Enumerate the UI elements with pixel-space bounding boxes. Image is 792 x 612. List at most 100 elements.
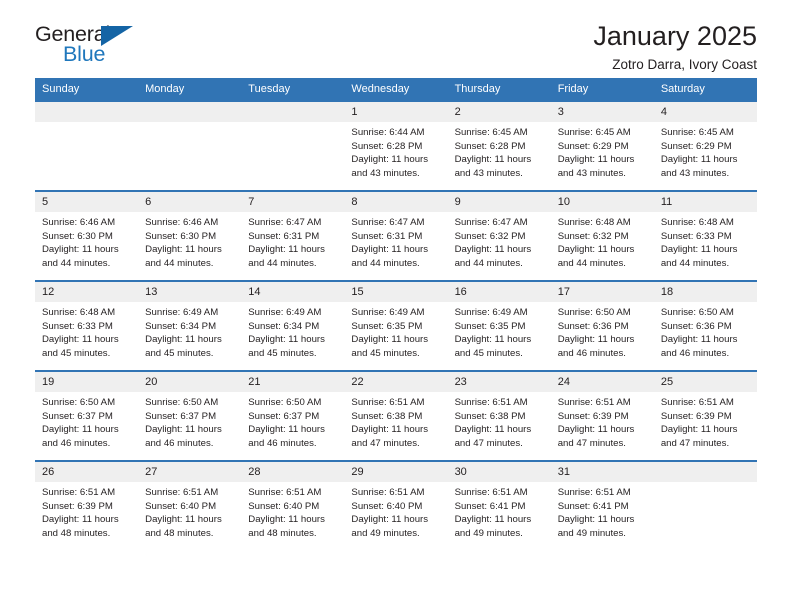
day-details: Sunrise: 6:50 AM Sunset: 6:36 PM Daylight:… xyxy=(654,302,757,360)
calendar-day-cell[interactable]: 25 Sunrise: 6:51 AM Sunset: 6:39 PM Dayligh… xyxy=(653,370,757,461)
day-number: 4 xyxy=(653,102,757,122)
calendar-day-cell[interactable]: 17 Sunrise: 6:50 AM Sunset: 6:36 PM Dayligh… xyxy=(550,280,654,371)
calendar-day-cell[interactable]: 20 Sunrise: 6:50 AM Sunset: 6:37 PM Dayligh… xyxy=(138,370,242,461)
calendar-week-row: 12 Sunrise: 6:48 AM Sunset: 6:33 PM Dayligh… xyxy=(35,280,757,371)
day-details: Sunrise: 6:50 AM Sunset: 6:37 PM Daylight:… xyxy=(138,392,241,450)
sunrise-text: Sunrise: 6:51 AM xyxy=(351,487,425,498)
daylight-text-line1: Daylight: 11 hours xyxy=(454,244,532,256)
general-blue-logo[interactable]: General Blue xyxy=(35,22,143,74)
day-details: Sunrise: 6:51 AM Sunset: 6:40 PM Daylight:… xyxy=(241,482,344,540)
weekday-header-sunday: Sunday xyxy=(35,78,139,101)
sunset-text: Sunset: 6:37 PM xyxy=(145,410,217,422)
sunrise-text: Sunrise: 6:48 AM xyxy=(42,307,116,318)
sunset-text: Sunset: 6:30 PM xyxy=(145,230,217,242)
calendar-day-cell[interactable]: 3 Sunrise: 6:45 AM Sunset: 6:29 PM Daylight… xyxy=(550,100,654,191)
sunrise-text: Sunrise: 6:49 AM xyxy=(351,307,425,318)
daylight-text-line1: Daylight: 11 hours xyxy=(351,424,429,436)
daylight-text-line1: Daylight: 11 hours xyxy=(42,424,119,436)
calendar-day-cell[interactable]: 4 Sunrise: 6:45 AM Sunset: 6:29 PM Daylight… xyxy=(653,100,757,191)
calendar-day-cell[interactable]: 6 Sunrise: 6:46 AM Sunset: 6:30 PM Daylight… xyxy=(138,190,242,281)
sunset-text: Sunset: 6:36 PM xyxy=(660,320,732,332)
daylight-text-line2: and 46 minutes. xyxy=(42,437,111,449)
sunrise-text: Sunrise: 6:51 AM xyxy=(351,397,425,408)
daylight-text-line2: and 46 minutes. xyxy=(248,437,317,449)
weekday-header-row: Sunday Monday Tuesday Wednesday Thursday… xyxy=(35,78,757,101)
daylight-text-line1: Daylight: 11 hours xyxy=(42,334,119,346)
calendar-day-cell[interactable]: 9 Sunrise: 6:47 AM Sunset: 6:32 PM Daylight… xyxy=(447,190,551,281)
calendar-day-cell[interactable]: 21 Sunrise: 6:50 AM Sunset: 6:37 PM Dayligh… xyxy=(241,370,345,461)
sunrise-text: Sunrise: 6:51 AM xyxy=(454,487,528,498)
daylight-text-line2: and 45 minutes. xyxy=(145,347,214,359)
day-details: Sunrise: 6:47 AM Sunset: 6:31 PM Daylight:… xyxy=(344,212,447,270)
calendar-day-cell[interactable]: 7 Sunrise: 6:47 AM Sunset: 6:31 PM Daylight… xyxy=(241,190,345,281)
day-number: 23 xyxy=(447,372,551,392)
daylight-text-line2: and 49 minutes. xyxy=(351,527,420,539)
sunset-text: Sunset: 6:37 PM xyxy=(248,410,320,422)
day-number xyxy=(138,102,242,122)
calendar-day-cell[interactable]: 1 Sunrise: 6:44 AM Sunset: 6:28 PM Daylight… xyxy=(344,100,448,191)
day-number: 20 xyxy=(138,372,242,392)
calendar-day-cell[interactable]: 31 Sunrise: 6:51 AM Sunset: 6:41 PM Dayligh… xyxy=(550,460,654,551)
sunset-text: Sunset: 6:38 PM xyxy=(454,410,526,422)
day-details: Sunrise: 6:45 AM Sunset: 6:28 PM Daylight:… xyxy=(448,122,551,180)
day-number: 14 xyxy=(241,282,345,302)
sunrise-text: Sunrise: 6:50 AM xyxy=(145,397,219,408)
sunrise-text: Sunrise: 6:47 AM xyxy=(351,217,425,228)
day-details: Sunrise: 6:47 AM Sunset: 6:32 PM Daylight:… xyxy=(448,212,551,270)
sunset-text: Sunset: 6:40 PM xyxy=(351,500,423,512)
calendar-day-cell[interactable]: 16 Sunrise: 6:49 AM Sunset: 6:35 PM Dayligh… xyxy=(447,280,551,371)
day-details xyxy=(654,482,757,486)
calendar-day-cell[interactable]: 23 Sunrise: 6:51 AM Sunset: 6:38 PM Dayligh… xyxy=(447,370,551,461)
day-details: Sunrise: 6:46 AM Sunset: 6:30 PM Daylight:… xyxy=(35,212,138,270)
calendar-week-row: 19 Sunrise: 6:50 AM Sunset: 6:37 PM Dayligh… xyxy=(35,370,757,461)
page-header: General Blue January 2025 Zotro Darra, I… xyxy=(35,0,757,73)
sunrise-text: Sunrise: 6:47 AM xyxy=(454,217,528,228)
sunrise-text: Sunrise: 6:47 AM xyxy=(248,217,322,228)
calendar-day-cell[interactable]: 18 Sunrise: 6:50 AM Sunset: 6:36 PM Dayligh… xyxy=(653,280,757,371)
day-details: Sunrise: 6:45 AM Sunset: 6:29 PM Daylight:… xyxy=(654,122,757,180)
calendar-day-cell[interactable]: 11 Sunrise: 6:48 AM Sunset: 6:33 PM Dayligh… xyxy=(653,190,757,281)
sunset-text: Sunset: 6:32 PM xyxy=(557,230,629,242)
sunset-text: Sunset: 6:34 PM xyxy=(248,320,320,332)
day-details: Sunrise: 6:48 AM Sunset: 6:32 PM Daylight:… xyxy=(551,212,654,270)
sunrise-text: Sunrise: 6:45 AM xyxy=(660,127,734,138)
daylight-text-line2: and 44 minutes. xyxy=(351,257,420,269)
day-number: 21 xyxy=(241,372,345,392)
calendar-day-cell[interactable]: 14 Sunrise: 6:49 AM Sunset: 6:34 PM Dayligh… xyxy=(241,280,345,371)
calendar-day-cell[interactable]: 12 Sunrise: 6:48 AM Sunset: 6:33 PM Dayligh… xyxy=(35,280,139,371)
daylight-text-line2: and 43 minutes. xyxy=(557,167,626,179)
day-details: Sunrise: 6:50 AM Sunset: 6:37 PM Daylight:… xyxy=(241,392,344,450)
day-details: Sunrise: 6:46 AM Sunset: 6:30 PM Daylight:… xyxy=(138,212,241,270)
daylight-text-line1: Daylight: 11 hours xyxy=(557,154,635,166)
calendar-day-cell[interactable]: 15 Sunrise: 6:49 AM Sunset: 6:35 PM Dayligh… xyxy=(344,280,448,371)
calendar-day-cell[interactable]: 28 Sunrise: 6:51 AM Sunset: 6:40 PM Dayligh… xyxy=(241,460,345,551)
day-number: 3 xyxy=(550,102,654,122)
weekday-header-wednesday: Wednesday xyxy=(344,78,448,101)
calendar-day-cell[interactable]: 30 Sunrise: 6:51 AM Sunset: 6:41 PM Dayligh… xyxy=(447,460,551,551)
daylight-text-line1: Daylight: 11 hours xyxy=(248,514,325,526)
calendar-day-cell[interactable]: 22 Sunrise: 6:51 AM Sunset: 6:38 PM Dayligh… xyxy=(344,370,448,461)
daylight-text-line2: and 46 minutes. xyxy=(660,347,730,359)
calendar-day-cell[interactable]: 5 Sunrise: 6:46 AM Sunset: 6:30 PM Daylight… xyxy=(35,190,139,281)
daylight-text-line1: Daylight: 11 hours xyxy=(42,514,119,526)
calendar-day-cell[interactable]: 26 Sunrise: 6:51 AM Sunset: 6:39 PM Dayligh… xyxy=(35,460,139,551)
daylight-text-line1: Daylight: 11 hours xyxy=(248,244,325,256)
calendar-day-cell[interactable]: 10 Sunrise: 6:48 AM Sunset: 6:32 PM Dayligh… xyxy=(550,190,654,281)
calendar-day-cell[interactable]: 24 Sunrise: 6:51 AM Sunset: 6:39 PM Dayligh… xyxy=(550,370,654,461)
day-number xyxy=(241,102,345,122)
calendar-day-cell[interactable]: 13 Sunrise: 6:49 AM Sunset: 6:34 PM Dayligh… xyxy=(138,280,242,371)
calendar-day-cell[interactable]: 27 Sunrise: 6:51 AM Sunset: 6:40 PM Dayligh… xyxy=(138,460,242,551)
calendar-day-cell[interactable]: 29 Sunrise: 6:51 AM Sunset: 6:40 PM Dayligh… xyxy=(344,460,448,551)
sunset-text: Sunset: 6:29 PM xyxy=(660,140,732,152)
sunrise-text: Sunrise: 6:51 AM xyxy=(660,397,734,408)
sunrise-text: Sunrise: 6:51 AM xyxy=(248,487,322,498)
daylight-text-line1: Daylight: 11 hours xyxy=(557,424,635,436)
daylight-text-line2: and 43 minutes. xyxy=(351,167,420,179)
calendar-day-cell[interactable]: 2 Sunrise: 6:45 AM Sunset: 6:28 PM Daylight… xyxy=(447,100,551,191)
calendar-day-cell[interactable]: 19 Sunrise: 6:50 AM Sunset: 6:37 PM Dayligh… xyxy=(35,370,139,461)
daylight-text-line2: and 48 minutes. xyxy=(42,527,111,539)
sunrise-text: Sunrise: 6:48 AM xyxy=(557,217,631,228)
sunrise-text: Sunrise: 6:51 AM xyxy=(557,487,631,498)
sunset-text: Sunset: 6:33 PM xyxy=(660,230,732,242)
calendar-day-cell[interactable]: 8 Sunrise: 6:47 AM Sunset: 6:31 PM Daylight… xyxy=(344,190,448,281)
